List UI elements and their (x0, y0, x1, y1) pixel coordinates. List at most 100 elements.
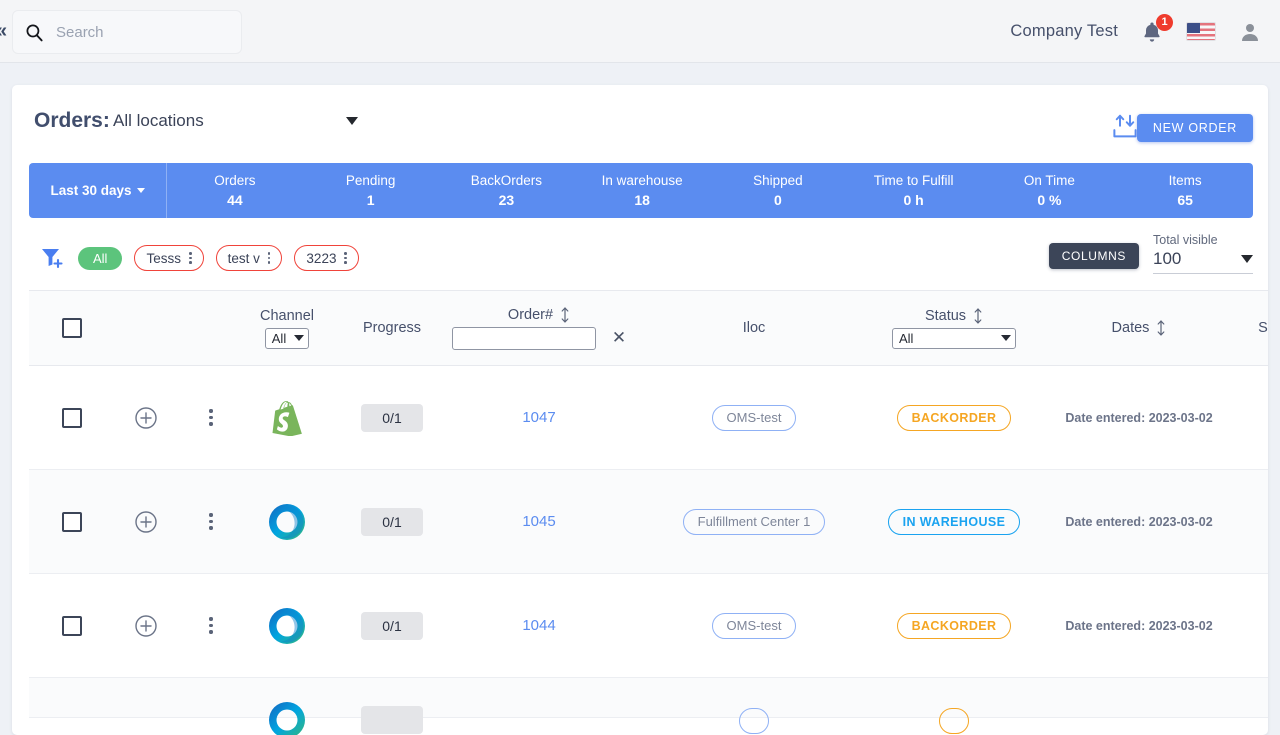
row-menu-icon[interactable] (209, 409, 213, 426)
sidebar-collapse-icon[interactable]: « (0, 20, 7, 43)
header-order-label: Order# (507, 306, 554, 323)
chevron-down-icon (1001, 335, 1011, 341)
date-entered-text: Date entered: 2023-03-02 (1065, 514, 1213, 529)
filter-chip-label: test v (227, 250, 260, 266)
search-icon (26, 24, 43, 41)
search-input[interactable] (56, 23, 226, 41)
sort-icon[interactable] (560, 306, 570, 323)
row-select-cell (55, 366, 89, 469)
stat-value: 0 (773, 192, 782, 208)
import-export-icon[interactable] (1110, 112, 1140, 142)
row-channel-cell (247, 470, 327, 573)
row-menu-icon[interactable] (209, 513, 213, 530)
ring-logo-icon (269, 702, 305, 735)
filter-chip[interactable]: Tesss (134, 245, 204, 271)
order-number-filter-input[interactable] (451, 326, 596, 350)
filter-chip-label: 3223 (306, 250, 337, 266)
ring-logo-icon (269, 607, 305, 644)
new-order-button[interactable]: NEW ORDER (1136, 114, 1253, 142)
header-status: Status All (869, 291, 1039, 365)
iloc-badge[interactable]: Fulfillment Center 1 (682, 508, 826, 535)
row-status-cell: BACKORDER (869, 574, 1039, 677)
date-range-selector[interactable]: Last 30 days (29, 163, 167, 218)
stat-pending[interactable]: Pending 1 (303, 163, 439, 218)
progress-badge: 0/1 (361, 403, 423, 432)
select-all-cell (55, 291, 89, 365)
order-number-link[interactable]: 1047 (522, 409, 555, 426)
order-number-link[interactable]: 1044 (522, 617, 555, 634)
sort-icon[interactable] (973, 307, 983, 324)
row-expand-cell (129, 366, 163, 469)
sort-icon[interactable] (1156, 320, 1166, 336)
stat-value: 65 (1177, 192, 1193, 208)
filter-chip-all[interactable]: All (78, 246, 123, 270)
stat-value: 1 (366, 192, 375, 208)
date-entered-text: Date entered: 2023-03-02 (1065, 618, 1213, 633)
filter-chip[interactable]: test v (215, 245, 283, 271)
row-checkbox[interactable] (62, 407, 82, 428)
page-header: Orders: All locations NEW ORDER (12, 85, 1268, 161)
plus-circle-icon[interactable] (134, 406, 158, 430)
stat-value: 18 (634, 192, 650, 208)
row-order-cell: 1044 (469, 574, 609, 677)
row-menu-icon[interactable] (209, 617, 213, 634)
row-checkbox[interactable] (62, 615, 82, 636)
date-range-label: Last 30 days (50, 183, 132, 198)
topbar-right-actions: Company Test 1 (1010, 0, 1262, 63)
stat-shipped[interactable]: Shipped 0 (710, 163, 846, 218)
table-row[interactable] (29, 678, 1268, 735)
status-badge[interactable] (939, 708, 969, 734)
row-channel-cell (247, 574, 327, 677)
stat-in-warehouse[interactable]: In warehouse 18 (574, 163, 710, 218)
filter-chip-menu-icon[interactable] (188, 252, 192, 264)
status-filter-value: All (899, 330, 914, 346)
row-checkbox[interactable] (62, 511, 82, 532)
status-badge[interactable]: BACKORDER (896, 612, 1012, 639)
row-progress-cell (339, 678, 445, 734)
columns-button[interactable]: COLUMNS (1048, 243, 1139, 269)
header-shipping: Sh (1247, 291, 1268, 365)
stat-on-time[interactable]: On Time 0 % (982, 163, 1118, 218)
row-status-cell: IN WAREHOUSE (869, 470, 1039, 573)
plus-circle-icon[interactable] (134, 510, 158, 534)
clear-order-filter-icon[interactable]: ✕ (612, 328, 626, 348)
row-expand-cell (129, 574, 163, 677)
search-box[interactable] (12, 10, 242, 54)
total-visible-control: Total visible 100 (1153, 233, 1253, 274)
iloc-badge[interactable]: OMS-test (711, 612, 797, 639)
notifications-button[interactable]: 1 (1140, 13, 1173, 45)
filter-chip-menu-icon[interactable] (267, 252, 271, 264)
location-filter-dropdown[interactable]: All locations (113, 111, 358, 131)
us-flag-icon[interactable] (1186, 22, 1216, 41)
user-avatar-icon[interactable] (1238, 19, 1262, 45)
table-header-row: Channel All Progress Order# ✕ Iloc Statu… (29, 290, 1268, 366)
table-row[interactable]: 0/1 1047 OMS-test BACKORDER Date entered… (29, 366, 1268, 470)
chevron-down-icon (136, 188, 145, 193)
filter-chip[interactable]: 3223 (294, 245, 360, 271)
status-badge[interactable]: BACKORDER (896, 404, 1012, 431)
stat-label: Orders (214, 173, 256, 188)
stat-time-to-fulfill[interactable]: Time to Fulfill 0 h (846, 163, 982, 218)
header-order: Order# ✕ (451, 291, 626, 365)
funnel-plus-icon[interactable] (40, 246, 66, 270)
stat-label: Pending (345, 173, 396, 188)
order-number-link[interactable]: 1045 (522, 513, 555, 530)
total-visible-dropdown[interactable]: 100 (1153, 249, 1253, 274)
table-row[interactable]: 0/1 1044 OMS-test BACKORDER Date entered… (29, 574, 1268, 678)
plus-circle-icon[interactable] (134, 614, 158, 638)
company-name[interactable]: Company Test (1010, 22, 1118, 41)
filter-chip-menu-icon[interactable] (344, 252, 348, 264)
iloc-badge[interactable] (739, 708, 769, 734)
table-row[interactable]: 0/1 1045 Fulfillment Center 1 IN WAREHOU… (29, 470, 1268, 574)
select-all-checkbox[interactable] (62, 318, 82, 338)
header-iloc: Iloc (639, 291, 869, 365)
iloc-badge[interactable]: OMS-test (711, 404, 797, 431)
row-iloc-cell: OMS-test (639, 574, 869, 677)
stat-orders[interactable]: Orders 44 (167, 163, 303, 218)
header-dates-label: Dates (1111, 320, 1150, 336)
stat-backorders[interactable]: BackOrders 23 (439, 163, 575, 218)
status-filter-select[interactable]: All (892, 327, 1016, 349)
stat-items[interactable]: Items 65 (1117, 163, 1253, 218)
channel-filter-select[interactable]: All (264, 327, 310, 349)
status-badge[interactable]: IN WAREHOUSE (887, 508, 1021, 535)
